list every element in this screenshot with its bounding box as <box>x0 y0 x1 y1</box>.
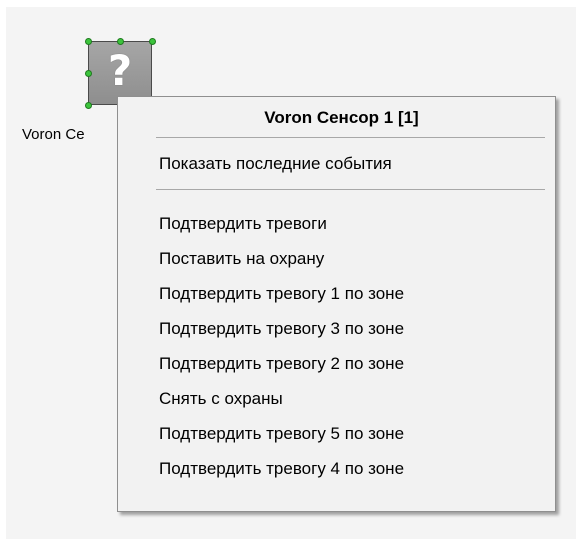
menu-item-show-last-events[interactable]: Показать последние события <box>118 146 555 181</box>
question-mark-icon: ? <box>107 45 133 95</box>
resize-handle-top-right[interactable] <box>149 38 156 45</box>
menu-item-confirm-alarm-zone-3[interactable]: Подтвердить тревогу 3 по зоне <box>118 311 555 346</box>
menu-item-disarm[interactable]: Снять с охраны <box>118 381 555 416</box>
menu-separator <box>156 189 545 190</box>
menu-item-arm[interactable]: Поставить на охрану <box>118 241 555 276</box>
menu-separator <box>156 137 545 138</box>
resize-handle-top-left[interactable] <box>85 38 92 45</box>
menu-item-confirm-alarms[interactable]: Подтвердить тревоги <box>118 206 555 241</box>
menu-item-confirm-alarm-zone-4[interactable]: Подтвердить тревогу 4 по зоне <box>118 451 555 486</box>
resize-handle-left[interactable] <box>85 70 92 77</box>
resize-handle-bottom-left[interactable] <box>85 102 92 109</box>
resize-handle-top[interactable] <box>117 38 124 45</box>
sensor-label: Voron Ce <box>22 126 85 143</box>
menu-item-confirm-alarm-zone-1[interactable]: Подтвердить тревогу 1 по зоне <box>118 276 555 311</box>
menu-title: Voron Сенсор 1 [1] <box>264 108 419 127</box>
context-menu: Voron Сенсор 1 [1] Показать последние со… <box>117 96 556 512</box>
menu-item-confirm-alarm-zone-2[interactable]: Подтвердить тревогу 2 по зоне <box>118 346 555 381</box>
menu-item-confirm-alarm-zone-5[interactable]: Подтвердить тревогу 5 по зоне <box>118 416 555 451</box>
